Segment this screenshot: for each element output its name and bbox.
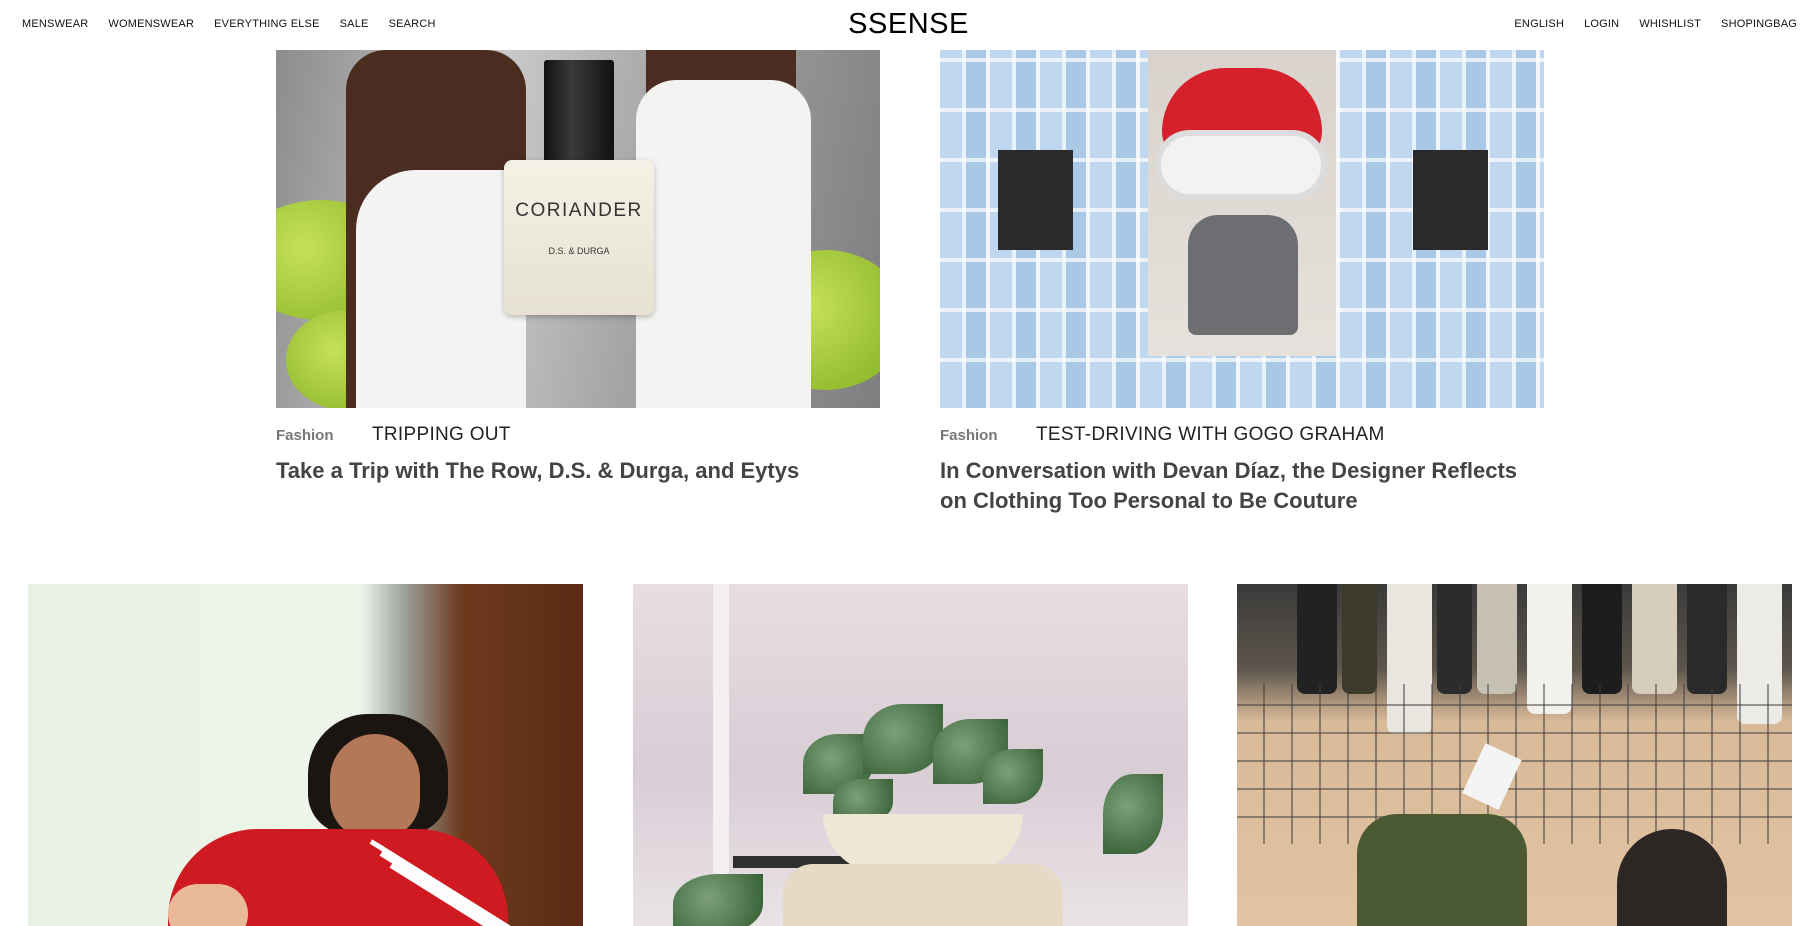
nav-menswear[interactable]: MENSWEAR: [22, 18, 88, 30]
nav-search[interactable]: SEARCH: [389, 18, 436, 30]
account-nav: ENGLISH LOGIN WHISHLIST SHOPINGBAG: [1514, 18, 1797, 30]
nav-womenswear[interactable]: WOMENSWEAR: [108, 18, 194, 30]
editorial-photo: [28, 584, 583, 926]
feature-category[interactable]: Fashion: [276, 427, 372, 444]
nav-shopping-bag[interactable]: SHOPINGBAG: [1721, 18, 1797, 30]
feature-card: Fashion TEST-DRIVING WITH GOGO GRAHAM In…: [940, 50, 1544, 516]
feature-card: CORIANDER D.S. & DURGA Fashion TRIPPING …: [276, 50, 880, 486]
feature-image-collage[interactable]: [940, 50, 1544, 408]
feature-category[interactable]: Fashion: [940, 427, 1036, 444]
editorial-photo: [940, 50, 1544, 408]
nav-sale[interactable]: SALE: [340, 18, 369, 30]
bottle-label: CORIANDER: [515, 200, 643, 221]
editorial-photo: [1237, 584, 1792, 926]
nav-language[interactable]: ENGLISH: [1514, 18, 1564, 30]
editorial-photo: [633, 584, 1188, 926]
nav-wishlist[interactable]: WHISHLIST: [1639, 18, 1701, 30]
site-logo[interactable]: SSENSE: [848, 8, 969, 41]
article-tile-portrait[interactable]: [28, 584, 583, 926]
feature-meta: Fashion TRIPPING OUT: [276, 424, 880, 446]
feature-meta: Fashion TEST-DRIVING WITH GOGO GRAHAM: [940, 424, 1544, 446]
feature-series[interactable]: TEST-DRIVING WITH GOGO GRAHAM: [1036, 424, 1385, 446]
feature-series[interactable]: TRIPPING OUT: [372, 424, 511, 446]
article-tile-studio[interactable]: [1237, 584, 1792, 926]
nav-login[interactable]: LOGIN: [1584, 18, 1619, 30]
site-header: MENSWEAR WOMENSWEAR EVERYTHING ELSE SALE…: [0, 0, 1817, 50]
article-tile-plant[interactable]: [633, 584, 1188, 926]
feature-headline[interactable]: Take a Trip with The Row, D.S. & Durga, …: [276, 456, 880, 486]
primary-nav: MENSWEAR WOMENSWEAR EVERYTHING ELSE SALE…: [22, 18, 436, 30]
feature-image-perfume[interactable]: CORIANDER D.S. & DURGA: [276, 50, 880, 408]
nav-everything-else[interactable]: EVERYTHING ELSE: [214, 18, 320, 30]
bottle-sublabel: D.S. & DURGA: [548, 246, 610, 256]
editorial-photo: CORIANDER D.S. & DURGA: [276, 50, 880, 408]
feature-headline[interactable]: In Conversation with Devan Díaz, the Des…: [940, 456, 1544, 516]
